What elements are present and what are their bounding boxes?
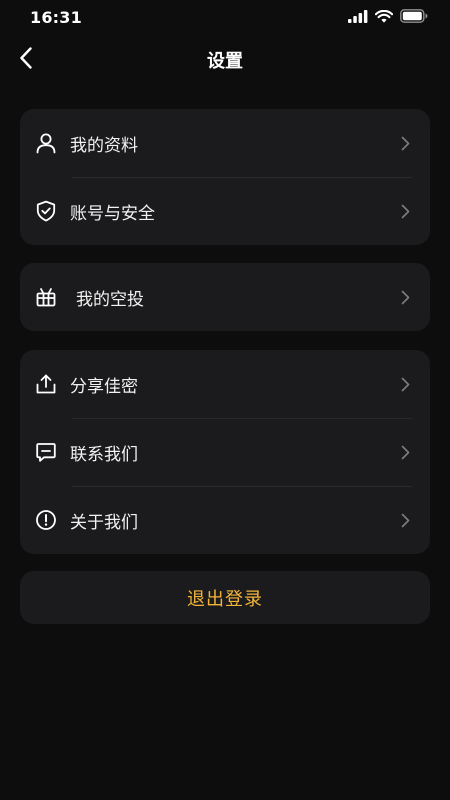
- chevron-right-icon: [398, 136, 412, 150]
- logout-button[interactable]: 退出登录: [20, 571, 430, 624]
- share-icon: [34, 372, 58, 396]
- nav-bar: 设置: [0, 40, 450, 80]
- menu-item-label: 关于我们: [70, 512, 138, 533]
- menu-item-label: 分享佳密: [70, 376, 138, 397]
- back-button[interactable]: [10, 44, 42, 76]
- chevron-right-icon: [398, 290, 412, 304]
- chevron-left-icon: [19, 47, 33, 73]
- settings-group-account: 我的资料 账号与安全: [20, 109, 430, 245]
- battery-icon: [400, 8, 428, 27]
- message-icon: [34, 440, 58, 464]
- menu-item-label: 联系我们: [70, 444, 138, 465]
- status-bar: 16:31: [0, 0, 450, 34]
- menu-item-my-airdrop[interactable]: 我的空投: [20, 263, 430, 331]
- menu-item-label: 账号与安全: [70, 203, 155, 224]
- menu-item-contact-us[interactable]: 联系我们: [20, 418, 430, 486]
- chevron-right-icon: [398, 377, 412, 391]
- logout-label: 退出登录: [187, 588, 263, 610]
- menu-item-share[interactable]: 分享佳密: [20, 350, 430, 418]
- chevron-right-icon: [398, 513, 412, 527]
- gift-icon: [34, 285, 58, 309]
- settings-group-about: 分享佳密 联系我们 关于我们: [20, 350, 430, 554]
- chevron-right-icon: [398, 204, 412, 218]
- menu-item-account-security[interactable]: 账号与安全: [20, 177, 430, 245]
- page-title: 设置: [207, 51, 243, 72]
- menu-item-about-us[interactable]: 关于我们: [20, 486, 430, 554]
- status-time: 16:31: [30, 7, 82, 27]
- menu-item-my-profile[interactable]: 我的资料: [20, 109, 430, 177]
- menu-item-label: 我的空投: [76, 289, 144, 310]
- status-icons: [348, 8, 428, 27]
- info-icon: [34, 508, 58, 532]
- settings-group-airdrop: 我的空投: [20, 263, 430, 331]
- chevron-right-icon: [398, 445, 412, 459]
- menu-item-label: 我的资料: [70, 135, 138, 156]
- shield-icon: [34, 199, 58, 223]
- wifi-icon: [374, 8, 394, 27]
- user-icon: [34, 131, 58, 155]
- signal-icon: [348, 8, 368, 27]
